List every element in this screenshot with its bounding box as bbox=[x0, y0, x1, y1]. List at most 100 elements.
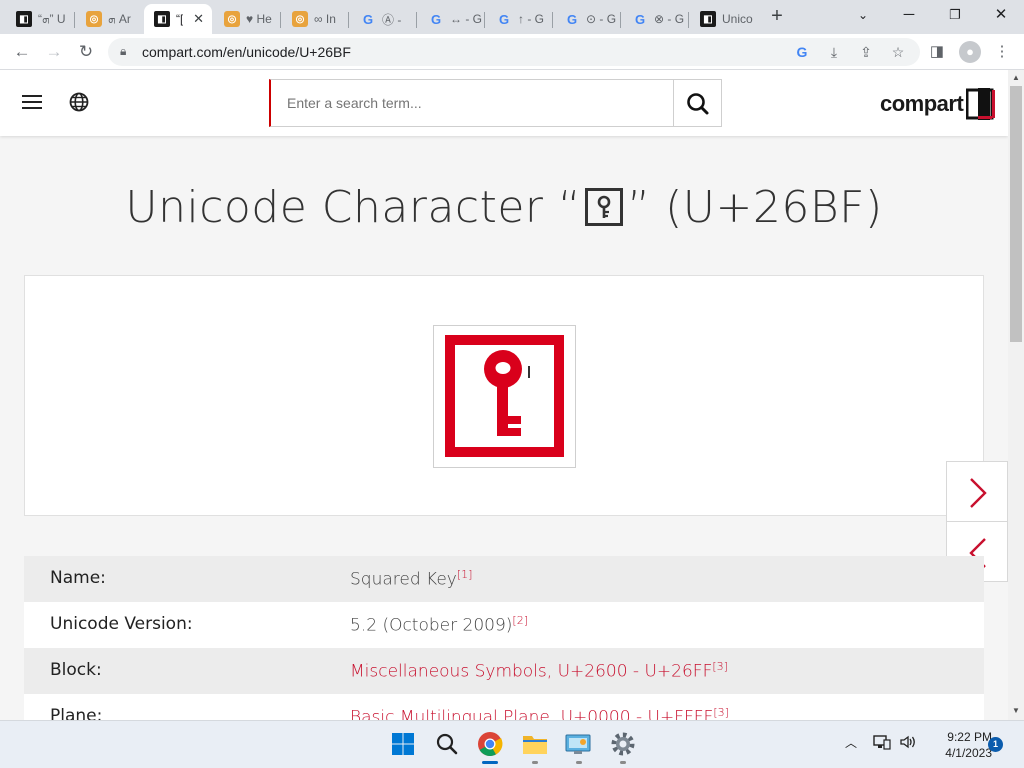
chrome-icon[interactable] bbox=[477, 731, 503, 757]
clock-time: 9:22 PM bbox=[947, 730, 992, 744]
tab-title: ∞ In bbox=[314, 12, 336, 26]
browser-tab[interactable]: ◧ Unico bbox=[690, 4, 756, 34]
page-title: Unicode Character “ ” (U+26BF) bbox=[0, 182, 1008, 233]
restore-icon[interactable]: ❐ bbox=[940, 4, 970, 26]
browser-tab[interactable]: ◎ ♥ He bbox=[214, 4, 278, 34]
tab-title: Ⓐ - bbox=[382, 12, 402, 27]
character-properties-table: Name: Squared Key[1] Unicode Version: 5.… bbox=[24, 556, 984, 720]
clock-date: 4/1/2023 bbox=[945, 746, 992, 760]
side-panel-icon[interactable]: ◨ bbox=[926, 41, 948, 63]
lock-icon[interactable]: 🔒︎ bbox=[120, 44, 126, 59]
tab-title: ⊗ - G bbox=[654, 12, 685, 26]
notification-badge[interactable]: 1 bbox=[988, 737, 1003, 752]
google-icon: G bbox=[634, 11, 646, 27]
browser-tab[interactable]: ◎ ܗ Ar bbox=[76, 4, 140, 34]
search-icon[interactable] bbox=[434, 731, 460, 757]
reload-icon[interactable]: ↻ bbox=[74, 40, 98, 64]
new-tab-icon[interactable]: + bbox=[766, 6, 788, 28]
page-scrollbar[interactable]: ▲ ▼ bbox=[1008, 70, 1024, 720]
reference-link[interactable]: [3] bbox=[713, 706, 729, 719]
property-label: Plane: bbox=[50, 706, 103, 720]
logo-text: compart bbox=[880, 91, 964, 116]
glyph-frame bbox=[433, 325, 576, 468]
property-label: Unicode Version: bbox=[50, 614, 193, 634]
property-label: Name: bbox=[50, 568, 106, 588]
table-row: Plane: Basic Multilingual Plane, U+0000 … bbox=[24, 694, 984, 720]
share-icon[interactable]: ⇪ bbox=[856, 42, 876, 62]
browser-tab[interactable]: ◧ “ܗ” U bbox=[6, 4, 70, 34]
tab-title: ↑ - G bbox=[518, 12, 544, 26]
glyph-preview-panel bbox=[24, 275, 984, 516]
tab-title: ⊙ - G bbox=[586, 12, 617, 26]
back-icon[interactable]: ← bbox=[10, 40, 34, 64]
browser-tab-active[interactable]: ◧ “[ ✕ bbox=[144, 4, 212, 34]
property-value-link[interactable]: Basic Multilingual Plane, U+0000 - U+FFF… bbox=[350, 706, 729, 720]
compart-logo[interactable]: compart bbox=[880, 87, 996, 121]
google-icon: G bbox=[362, 11, 374, 27]
compart-icon: ◧ bbox=[16, 11, 32, 27]
property-value: Squared Key[1] bbox=[350, 568, 473, 590]
google-icon: G bbox=[430, 11, 442, 27]
menu-kebab-icon[interactable]: ⋮ bbox=[991, 41, 1013, 63]
settings-gear-icon[interactable] bbox=[610, 731, 636, 757]
table-row: Name: Squared Key[1] bbox=[24, 556, 984, 602]
google-translate-icon[interactable]: G bbox=[792, 42, 812, 62]
scrollbar-thumb[interactable] bbox=[1010, 86, 1022, 342]
volume-icon[interactable] bbox=[899, 734, 917, 753]
browser-toolbar: ← → ↻ 🔒︎ compart.com/en/unicode/U+26BF G… bbox=[0, 34, 1024, 70]
tab-search-icon[interactable]: ⌄ bbox=[848, 4, 878, 26]
tab-title: ♥ He bbox=[246, 12, 272, 26]
browser-tab[interactable]: G ⊙ - G bbox=[554, 4, 618, 34]
search-placeholder: Enter a search term... bbox=[287, 95, 422, 111]
property-value-link[interactable]: Miscellaneous Symbols, U+2600 - U+26FF[3… bbox=[350, 660, 728, 682]
profile-avatar-icon[interactable]: ● bbox=[959, 41, 981, 63]
close-tab-icon[interactable]: ✕ bbox=[193, 11, 204, 27]
hamburger-menu-icon[interactable] bbox=[22, 95, 42, 109]
browser-tab[interactable]: G ↔ - G bbox=[418, 4, 482, 34]
url-text[interactable]: compart.com/en/unicode/U+26BF bbox=[142, 44, 351, 60]
bookmark-star-icon[interactable]: ☆ bbox=[888, 42, 908, 62]
reference-link[interactable]: [3] bbox=[712, 660, 728, 673]
browser-tab[interactable]: ◎ ∞ In bbox=[282, 4, 346, 34]
forward-icon[interactable]: → bbox=[42, 40, 66, 64]
google-icon: G bbox=[566, 11, 578, 27]
close-window-icon[interactable]: ✕ bbox=[986, 4, 1016, 26]
next-character-button[interactable] bbox=[946, 461, 1008, 522]
squared-key-large-icon bbox=[445, 335, 564, 457]
minimize-icon[interactable]: ─ bbox=[894, 4, 924, 26]
compart-icon: ◧ bbox=[700, 11, 716, 27]
reference-link[interactable]: [2] bbox=[512, 614, 528, 627]
browser-tab[interactable]: G Ⓐ - bbox=[350, 4, 414, 34]
file-explorer-icon[interactable] bbox=[522, 731, 548, 757]
title-prefix: Unicode Character “ bbox=[125, 182, 582, 233]
tab-title: ܗ Ar bbox=[108, 11, 131, 26]
app-icon: ◎ bbox=[224, 11, 240, 27]
scroll-up-arrow-icon[interactable]: ▲ bbox=[1008, 71, 1024, 85]
address-bar[interactable]: 🔒︎ compart.com/en/unicode/U+26BF G ⤓ ⇪ ☆ bbox=[108, 38, 920, 66]
tab-title: “ܗ” U bbox=[38, 11, 66, 26]
browser-tab[interactable]: G ⊗ - G bbox=[622, 4, 686, 34]
property-value: 5.2 (October 2009)[2] bbox=[350, 614, 528, 636]
compart-icon: ◧ bbox=[154, 11, 170, 27]
network-icon[interactable] bbox=[873, 734, 891, 753]
browser-tab-strip: ◧ “ܗ” U ◎ ܗ Ar ◧ “[ ✕ ◎ ♥ He ◎ ∞ In G Ⓐ … bbox=[0, 0, 1024, 34]
app-icon: ◎ bbox=[86, 11, 102, 27]
compart-logo-mark-icon bbox=[965, 88, 996, 120]
browser-tab[interactable]: G ↑ - G bbox=[486, 4, 550, 34]
search-input[interactable]: Enter a search term... bbox=[269, 79, 674, 127]
scroll-down-arrow-icon[interactable]: ▼ bbox=[1008, 704, 1024, 718]
show-hidden-icons-icon[interactable]: ︿ bbox=[845, 734, 857, 751]
system-clock[interactable]: 9:22 PM 4/1/2023 bbox=[922, 729, 992, 761]
control-panel-icon[interactable] bbox=[565, 731, 591, 757]
search-button[interactable] bbox=[673, 79, 722, 127]
globe-language-icon[interactable] bbox=[69, 92, 89, 112]
install-icon[interactable]: ⤓ bbox=[824, 42, 844, 62]
tab-title: Unico bbox=[722, 12, 753, 26]
windows-start-icon[interactable] bbox=[390, 731, 416, 757]
site-header: Enter a search term... compart bbox=[0, 70, 1008, 136]
squared-key-glyph-icon bbox=[585, 188, 624, 226]
table-row: Unicode Version: 5.2 (October 2009)[2] bbox=[24, 602, 984, 648]
reference-link[interactable]: [1] bbox=[457, 568, 473, 581]
web-page: Enter a search term... compart Unicode C… bbox=[0, 70, 1008, 720]
title-suffix: ” (U+26BF) bbox=[627, 182, 883, 233]
